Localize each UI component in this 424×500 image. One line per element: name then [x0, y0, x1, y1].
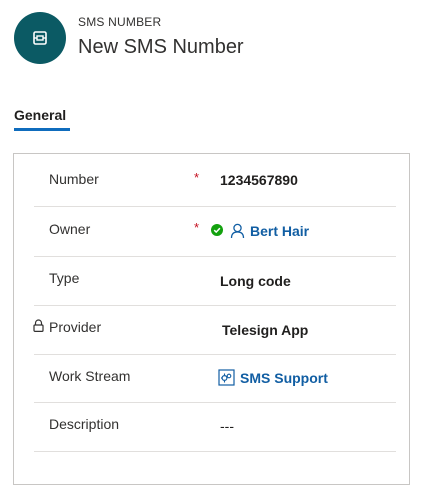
- field-label-number: Number: [49, 171, 99, 187]
- type-field[interactable]: Long code: [220, 273, 291, 289]
- field-row-work-stream: Work Stream SMS Support: [34, 355, 396, 403]
- description-field[interactable]: ---: [220, 418, 234, 434]
- record-title: New SMS Number: [78, 36, 244, 58]
- work-stream-icon: [218, 369, 235, 386]
- check-circle-icon: [211, 223, 223, 241]
- field-label-description: Description: [49, 416, 120, 432]
- owner-value[interactable]: Bert Hair: [250, 223, 309, 239]
- record-header: SMS NUMBER New SMS Number: [0, 0, 424, 80]
- tab-list: General: [14, 107, 70, 131]
- number-field[interactable]: 1234567890: [220, 172, 298, 188]
- person-icon: [230, 223, 245, 239]
- tab-general[interactable]: General: [14, 107, 70, 131]
- field-row-number: Number * 1234567890: [34, 154, 396, 207]
- provider-field: Telesign App: [222, 322, 309, 338]
- field-label-type: Type: [49, 270, 80, 286]
- general-section: Number * 1234567890 Owner * Bert Hair Ty…: [13, 153, 410, 485]
- required-indicator: *: [194, 220, 200, 235]
- lock-icon: [33, 319, 44, 337]
- owner-lookup-link[interactable]: Bert Hair: [230, 223, 309, 239]
- field-row-provider: Provider Telesign App: [33, 306, 396, 355]
- work-stream-value[interactable]: SMS Support: [240, 370, 328, 386]
- field-label-owner: Owner: [49, 221, 91, 237]
- field-row-type: Type Long code: [34, 257, 396, 306]
- field-label-work-stream: Work Stream: [49, 368, 131, 384]
- required-indicator: *: [194, 170, 200, 185]
- field-label-provider: Provider: [49, 319, 102, 335]
- field-row-description: Description ---: [34, 403, 396, 452]
- field-row-owner: Owner * Bert Hair: [34, 207, 396, 257]
- work-stream-lookup-link[interactable]: SMS Support: [218, 369, 328, 386]
- entity-type-label: SMS NUMBER: [78, 15, 162, 29]
- sms-number-icon: [14, 12, 66, 64]
